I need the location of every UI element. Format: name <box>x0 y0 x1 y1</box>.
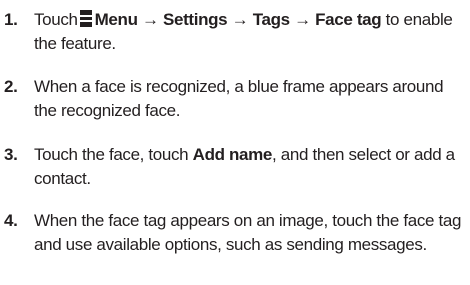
step-number: 1. <box>4 10 18 29</box>
step-text-prefix: Touch <box>34 10 78 29</box>
step-1: 1. Touch Menu → Settings → Tags → Face ta… <box>0 8 465 56</box>
menu-key-icon <box>79 10 92 27</box>
arrow-icon: → <box>231 10 249 29</box>
step-text: Touch the face, touch Add name, and then… <box>34 143 465 191</box>
step-number: 2. <box>4 77 18 96</box>
step-text-prefix: Touch the face, touch <box>34 145 189 164</box>
step-text: When a face is recognized, a blue frame … <box>34 77 444 120</box>
step-2: 2. When a face is recognized, a blue fra… <box>0 75 465 123</box>
step-number: 4. <box>4 211 18 230</box>
menu-label: Menu <box>94 10 138 29</box>
step-text: Touch Menu → Settings → Tags → Face tag t… <box>34 8 465 56</box>
step-text: When the face tag appears on an image, t… <box>34 211 462 254</box>
face-tag-label: Face tag <box>315 10 382 29</box>
settings-label: Settings <box>163 10 228 29</box>
step-4: 4. When the face tag appears on an image… <box>0 209 465 257</box>
add-name-label: Add name <box>192 145 273 164</box>
arrow-icon: → <box>141 10 159 29</box>
step-3: 3. Touch the face, touch Add name, and t… <box>0 143 465 191</box>
instruction-steps: 1. Touch Menu → Settings → Tags → Face ta… <box>0 0 470 285</box>
step-number: 3. <box>4 145 18 164</box>
arrow-icon: → <box>294 10 311 29</box>
tags-label: Tags <box>252 10 290 29</box>
